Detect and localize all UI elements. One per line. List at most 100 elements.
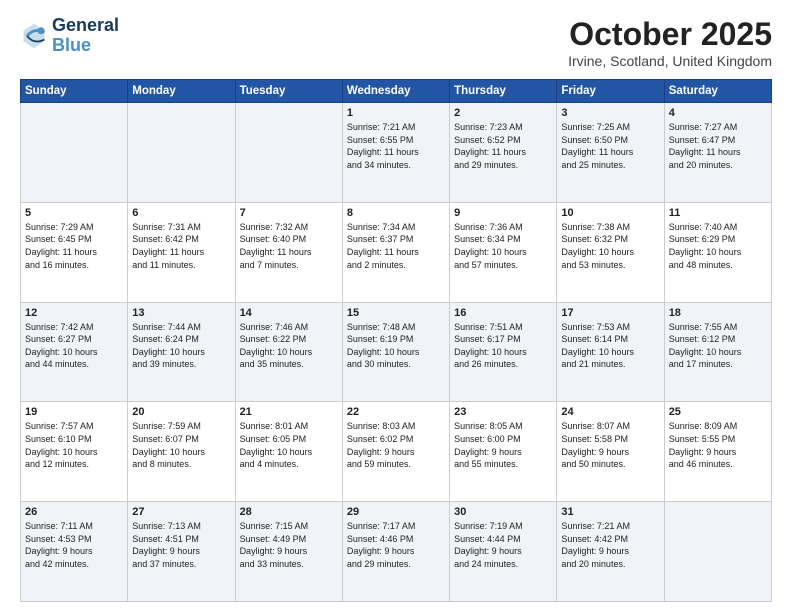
calendar-cell: 15 Sunrise: 7:48 AM Sunset: 6:19 PM Dayli… — [342, 302, 449, 402]
calendar-cell: 3Sunrise: 7:25 AM Sunset: 6:50 PM Daylig… — [557, 103, 664, 203]
logo-text: General Blue — [52, 16, 119, 56]
cell-text: Sunrise: 7:48 AM Sunset: 6:19 PM Dayligh… — [347, 321, 445, 371]
calendar-cell: 29 Sunrise: 7:17 AM Sunset: 4:46 PM Dayli… — [342, 502, 449, 602]
day-number: 7 — [240, 207, 338, 219]
calendar-cell: 31 Sunrise: 7:21 AM Sunset: 4:42 PM Dayli… — [557, 502, 664, 602]
day-number: 13 — [132, 307, 230, 319]
calendar-cell: 11 Sunrise: 7:40 AM Sunset: 6:29 PM Dayli… — [664, 202, 771, 302]
header-cell-wednesday: Wednesday — [342, 80, 449, 103]
calendar-cell: 4 Sunrise: 7:27 AM Sunset: 6:47 PM Daylig… — [664, 103, 771, 203]
calendar-cell: 30Sunrise: 7:19 AM Sunset: 4:44 PM Dayli… — [450, 502, 557, 602]
day-number: 5 — [25, 207, 123, 219]
calendar-cell: 18 Sunrise: 7:55 AM Sunset: 6:12 PM Dayli… — [664, 302, 771, 402]
subtitle: Irvine, Scotland, United Kingdom — [568, 53, 772, 69]
logo: General Blue — [20, 16, 119, 56]
cell-text: Sunrise: 7:44 AM Sunset: 6:24 PM Dayligh… — [132, 321, 230, 371]
cell-text: Sunrise: 7:34 AM Sunset: 6:37 PM Dayligh… — [347, 221, 445, 271]
page: General Blue October 2025 Irvine, Scotla… — [0, 0, 792, 612]
calendar-cell: 6 Sunrise: 7:31 AM Sunset: 6:42 PM Daylig… — [128, 202, 235, 302]
calendar-row-2: 12 Sunrise: 7:42 AM Sunset: 6:27 PM Dayli… — [21, 302, 772, 402]
day-number: 24 — [561, 406, 659, 418]
day-number: 22 — [347, 406, 445, 418]
calendar-cell: 5 Sunrise: 7:29 AM Sunset: 6:45 PM Daylig… — [21, 202, 128, 302]
header-cell-thursday: Thursday — [450, 80, 557, 103]
calendar-cell — [664, 502, 771, 602]
calendar-cell: 28Sunrise: 7:15 AM Sunset: 4:49 PM Dayli… — [235, 502, 342, 602]
header-cell-monday: Monday — [128, 80, 235, 103]
day-number: 20 — [132, 406, 230, 418]
cell-text: Sunrise: 7:19 AM Sunset: 4:44 PM Dayligh… — [454, 520, 552, 570]
day-number: 25 — [669, 406, 767, 418]
cell-text: Sunrise: 7:46 AM Sunset: 6:22 PM Dayligh… — [240, 321, 338, 371]
day-number: 15 — [347, 307, 445, 319]
calendar-cell: 25Sunrise: 8:09 AM Sunset: 5:55 PM Dayli… — [664, 402, 771, 502]
day-number: 26 — [25, 506, 123, 518]
cell-text: Sunrise: 7:53 AM Sunset: 6:14 PM Dayligh… — [561, 321, 659, 371]
cell-text: Sunrise: 7:29 AM Sunset: 6:45 PM Dayligh… — [25, 221, 123, 271]
calendar-cell: 22Sunrise: 8:03 AM Sunset: 6:02 PM Dayli… — [342, 402, 449, 502]
day-number: 11 — [669, 207, 767, 219]
calendar-cell: 23Sunrise: 8:05 AM Sunset: 6:00 PM Dayli… — [450, 402, 557, 502]
cell-text: Sunrise: 7:27 AM Sunset: 6:47 PM Dayligh… — [669, 121, 767, 171]
cell-text: Sunrise: 7:40 AM Sunset: 6:29 PM Dayligh… — [669, 221, 767, 271]
day-number: 18 — [669, 307, 767, 319]
day-number: 4 — [669, 107, 767, 119]
cell-text: Sunrise: 7:59 AM Sunset: 6:07 PM Dayligh… — [132, 420, 230, 470]
calendar-cell: 19 Sunrise: 7:57 AM Sunset: 6:10 PM Dayli… — [21, 402, 128, 502]
logo-line1: General — [52, 16, 119, 36]
cell-text: Sunrise: 7:15 AM Sunset: 4:49 PM Dayligh… — [240, 520, 338, 570]
calendar-cell: 13 Sunrise: 7:44 AM Sunset: 6:24 PM Dayli… — [128, 302, 235, 402]
calendar-row-1: 5 Sunrise: 7:29 AM Sunset: 6:45 PM Daylig… — [21, 202, 772, 302]
header-cell-sunday: Sunday — [21, 80, 128, 103]
day-number: 19 — [25, 406, 123, 418]
day-number: 23 — [454, 406, 552, 418]
cell-text: Sunrise: 7:57 AM Sunset: 6:10 PM Dayligh… — [25, 420, 123, 470]
cell-text: Sunrise: 8:01 AM Sunset: 6:05 PM Dayligh… — [240, 420, 338, 470]
day-number: 3 — [561, 107, 659, 119]
cell-text: Sunrise: 7:17 AM Sunset: 4:46 PM Dayligh… — [347, 520, 445, 570]
cell-text: Sunrise: 7:38 AM Sunset: 6:32 PM Dayligh… — [561, 221, 659, 271]
header-cell-tuesday: Tuesday — [235, 80, 342, 103]
header-row: SundayMondayTuesdayWednesdayThursdayFrid… — [21, 80, 772, 103]
logo-line2: Blue — [52, 36, 119, 56]
calendar-row-4: 26Sunrise: 7:11 AM Sunset: 4:53 PM Dayli… — [21, 502, 772, 602]
cell-text: Sunrise: 7:32 AM Sunset: 6:40 PM Dayligh… — [240, 221, 338, 271]
day-number: 21 — [240, 406, 338, 418]
day-number: 29 — [347, 506, 445, 518]
cell-text: Sunrise: 7:36 AM Sunset: 6:34 PM Dayligh… — [454, 221, 552, 271]
day-number: 12 — [25, 307, 123, 319]
header: General Blue October 2025 Irvine, Scotla… — [20, 16, 772, 69]
header-cell-friday: Friday — [557, 80, 664, 103]
cell-text: Sunrise: 7:21 AM Sunset: 6:55 PM Dayligh… — [347, 121, 445, 171]
calendar-row-0: 1Sunrise: 7:21 AM Sunset: 6:55 PM Daylig… — [21, 103, 772, 203]
calendar-cell — [235, 103, 342, 203]
cell-text: Sunrise: 7:55 AM Sunset: 6:12 PM Dayligh… — [669, 321, 767, 371]
title-block: October 2025 Irvine, Scotland, United Ki… — [568, 16, 772, 69]
calendar-cell: 20 Sunrise: 7:59 AM Sunset: 6:07 PM Dayli… — [128, 402, 235, 502]
cell-text: Sunrise: 7:13 AM Sunset: 4:51 PM Dayligh… — [132, 520, 230, 570]
day-number: 17 — [561, 307, 659, 319]
day-number: 16 — [454, 307, 552, 319]
day-number: 27 — [132, 506, 230, 518]
calendar-cell: 16 Sunrise: 7:51 AM Sunset: 6:17 PM Dayli… — [450, 302, 557, 402]
day-number: 10 — [561, 207, 659, 219]
day-number: 6 — [132, 207, 230, 219]
calendar-cell: 27 Sunrise: 7:13 AM Sunset: 4:51 PM Dayli… — [128, 502, 235, 602]
calendar-cell: 10 Sunrise: 7:38 AM Sunset: 6:32 PM Dayli… — [557, 202, 664, 302]
logo-icon — [20, 22, 48, 50]
cell-text: Sunrise: 7:42 AM Sunset: 6:27 PM Dayligh… — [25, 321, 123, 371]
calendar-cell: 14Sunrise: 7:46 AM Sunset: 6:22 PM Dayli… — [235, 302, 342, 402]
calendar-table: SundayMondayTuesdayWednesdayThursdayFrid… — [20, 79, 772, 602]
day-number: 31 — [561, 506, 659, 518]
calendar-cell: 9Sunrise: 7:36 AM Sunset: 6:34 PM Daylig… — [450, 202, 557, 302]
calendar-cell: 7 Sunrise: 7:32 AM Sunset: 6:40 PM Daylig… — [235, 202, 342, 302]
calendar-cell: 21 Sunrise: 8:01 AM Sunset: 6:05 PM Dayli… — [235, 402, 342, 502]
calendar-cell — [21, 103, 128, 203]
calendar-row-3: 19 Sunrise: 7:57 AM Sunset: 6:10 PM Dayli… — [21, 402, 772, 502]
calendar-cell: 2Sunrise: 7:23 AM Sunset: 6:52 PM Daylig… — [450, 103, 557, 203]
cell-text: Sunrise: 7:21 AM Sunset: 4:42 PM Dayligh… — [561, 520, 659, 570]
cell-text: Sunrise: 7:23 AM Sunset: 6:52 PM Dayligh… — [454, 121, 552, 171]
cell-text: Sunrise: 7:51 AM Sunset: 6:17 PM Dayligh… — [454, 321, 552, 371]
cell-text: Sunrise: 7:31 AM Sunset: 6:42 PM Dayligh… — [132, 221, 230, 271]
calendar-cell: 12 Sunrise: 7:42 AM Sunset: 6:27 PM Dayli… — [21, 302, 128, 402]
